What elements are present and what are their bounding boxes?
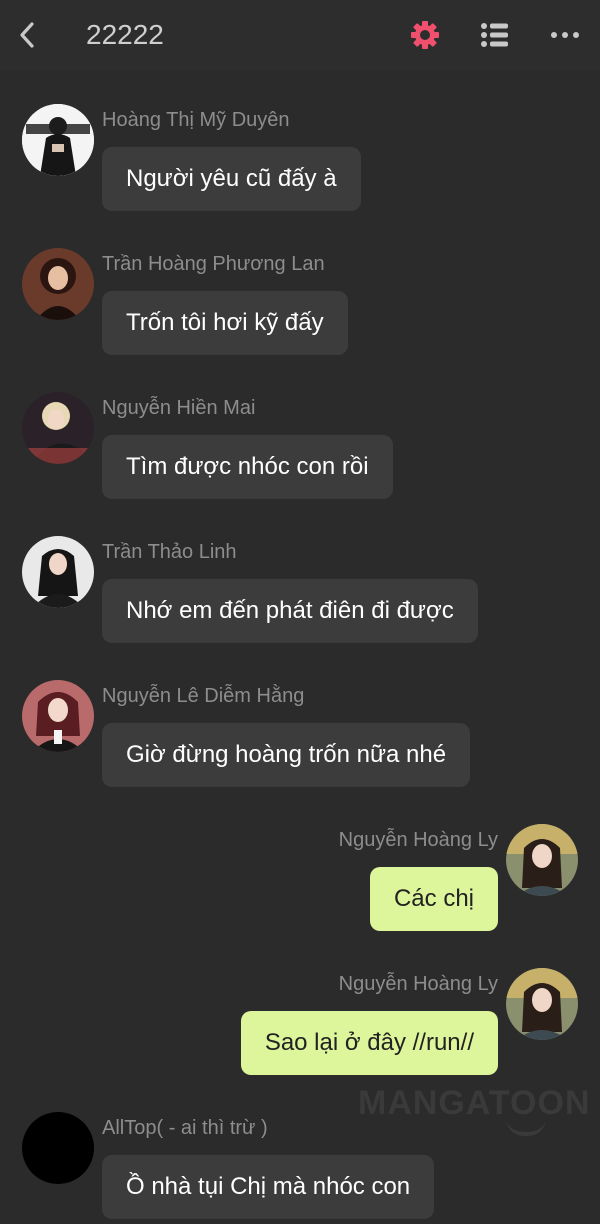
message-bubble[interactable]: Tìm được nhóc con rồi	[102, 435, 393, 499]
sender-name: AllTop( - ai thì trừ )	[102, 1117, 268, 1139]
list-icon	[481, 23, 508, 47]
avatar[interactable]	[22, 536, 94, 608]
back-button[interactable]	[14, 18, 42, 52]
avatar[interactable]	[506, 968, 578, 1040]
message-bubble[interactable]: Trốn tôi hơi kỹ đấy	[102, 291, 348, 355]
gear-icon	[411, 21, 439, 49]
chat-title: 22222	[86, 19, 164, 50]
sender-name: Trần Thảo Linh	[102, 541, 237, 563]
watermark: MANGATOON	[358, 1084, 591, 1122]
avatar[interactable]	[22, 248, 94, 320]
sender-name: Nguyễn Hiền Mai	[102, 397, 256, 419]
more-icon	[551, 32, 579, 38]
sender-name: Nguyễn Hoàng Ly	[338, 973, 498, 995]
sender-name: Nguyễn Lê Diễm Hằng	[102, 685, 305, 707]
more-options-button[interactable]	[548, 20, 582, 50]
sender-name: Trần Hoàng Phương Lan	[102, 253, 325, 275]
message-bubble[interactable]: Người yêu cũ đấy à	[102, 147, 361, 211]
avatar[interactable]	[22, 1112, 94, 1184]
sender-name: Nguyễn Hoàng Ly	[338, 829, 498, 851]
avatar[interactable]	[22, 680, 94, 752]
message-bubble[interactable]: Ồ nhà tụi Chị mà nhóc con	[102, 1155, 435, 1219]
avatar[interactable]	[22, 392, 94, 464]
message-bubble[interactable]: Giờ đừng hoàng trốn nữa nhé	[102, 723, 471, 787]
message-bubble[interactable]: Sao lại ở đây //run//	[240, 1011, 498, 1075]
message-bubble[interactable]: Nhớ em đến phát điên đi được	[102, 579, 478, 643]
avatar[interactable]	[22, 104, 94, 176]
member-list-button[interactable]	[478, 18, 512, 52]
avatar[interactable]	[506, 824, 578, 896]
watermark-smile	[506, 1118, 546, 1136]
settings-button[interactable]	[408, 18, 442, 52]
top-bar: 22222	[0, 0, 600, 70]
sender-name: Hoàng Thị Mỹ Duyên	[102, 109, 290, 131]
message-bubble[interactable]: Các chị	[369, 867, 498, 931]
back-arrow-icon	[20, 22, 34, 48]
